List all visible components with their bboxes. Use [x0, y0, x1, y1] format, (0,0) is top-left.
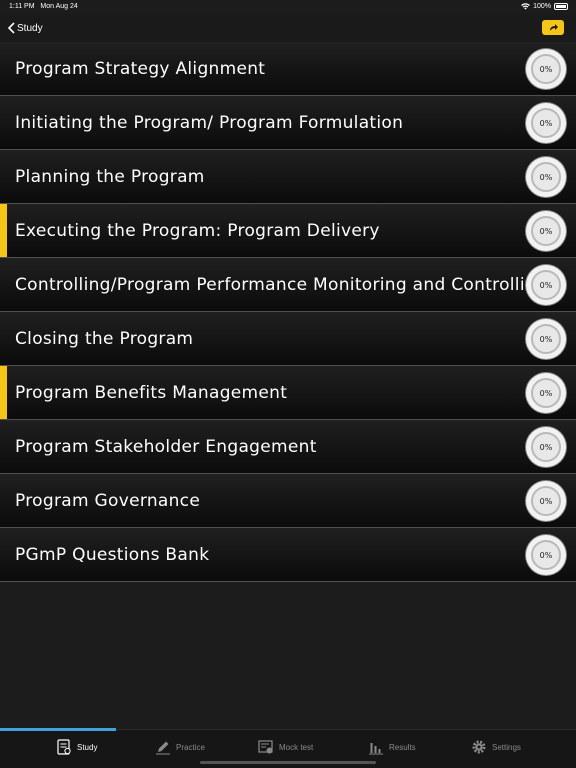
share-button[interactable] — [542, 20, 564, 35]
back-label: Study — [17, 22, 43, 34]
topic-row[interactable]: PGmP Questions Bank 0% — [0, 528, 576, 582]
tab-settings[interactable]: Settings — [471, 737, 521, 757]
progress-circle: 0% — [526, 481, 566, 521]
topic-list: Program Strategy Alignment 0% Initiating t… — [0, 42, 576, 582]
topic-row[interactable]: Executing the Program: Program Delivery 0… — [0, 204, 576, 258]
gear-icon — [472, 740, 486, 754]
tab-settings-label: Settings — [492, 742, 521, 752]
progress-circle: 0% — [526, 265, 566, 305]
topic-row[interactable]: Initiating the Program/ Program Formulat… — [0, 96, 576, 150]
study-icon — [57, 739, 71, 755]
topic-title: Planning the Program — [15, 166, 205, 187]
topic-row[interactable]: Program Governance 0% — [0, 474, 576, 528]
progress-percent: 0% — [531, 540, 561, 570]
progress-percent: 0% — [531, 270, 561, 300]
bar-chart-icon — [369, 743, 383, 755]
tab-study-label: Study — [77, 742, 98, 752]
progress-percent: 0% — [531, 432, 561, 462]
tab-results[interactable]: Results — [368, 737, 416, 757]
progress-percent: 0% — [531, 378, 561, 408]
topic-title: Program Stakeholder Engagement — [15, 436, 317, 457]
progress-circle: 0% — [526, 157, 566, 197]
wifi-icon — [521, 3, 530, 10]
progress-circle: 0% — [526, 373, 566, 413]
topic-row[interactable]: Program Strategy Alignment 0% — [0, 42, 576, 96]
topic-title: Initiating the Program/ Program Formulat… — [15, 112, 404, 133]
chevron-left-icon — [7, 22, 15, 34]
battery-percent: 100% — [533, 3, 551, 10]
tab-study[interactable]: Study — [56, 737, 97, 757]
progress-percent: 0% — [531, 216, 561, 246]
home-indicator — [200, 761, 376, 764]
progress-circle: 0% — [526, 211, 566, 251]
progress-percent: 0% — [531, 54, 561, 84]
status-bar: 1:11 PM Mon Aug 24 100% — [0, 0, 576, 14]
topic-row[interactable]: Planning the Program 0% — [0, 150, 576, 204]
topic-title: Program Governance — [15, 490, 201, 511]
status-time: 1:11 PM Mon Aug 24 — [9, 3, 78, 10]
progress-circle: 0% — [526, 103, 566, 143]
progress-percent: 0% — [531, 486, 561, 516]
topic-title: Executing the Program: Program Delivery — [15, 220, 380, 241]
back-button[interactable]: Study — [7, 20, 43, 36]
topic-title: PGmP Questions Bank — [15, 544, 210, 565]
progress-circle: 0% — [526, 535, 566, 575]
topic-title: Program Benefits Management — [15, 382, 288, 403]
topic-row[interactable]: Program Stakeholder Engagement 0% — [0, 420, 576, 474]
progress-percent: 0% — [531, 162, 561, 192]
mock-test-icon — [258, 740, 273, 754]
topic-row[interactable]: Program Benefits Management 0% — [0, 366, 576, 420]
active-tab-indicator — [0, 728, 116, 731]
topic-row[interactable]: Closing the Program 0% — [0, 312, 576, 366]
progress-percent: 0% — [531, 324, 561, 354]
topic-title: Program Strategy Alignment — [15, 58, 266, 79]
tab-practice[interactable]: Practice — [155, 737, 205, 757]
topic-title: Closing the Program — [15, 328, 194, 349]
tab-mock-test-label: Mock test — [279, 742, 314, 752]
progress-percent: 0% — [531, 108, 561, 138]
tab-results-label: Results — [389, 742, 416, 752]
battery-icon — [554, 3, 568, 10]
progress-circle: 0% — [526, 49, 566, 89]
share-arrow-icon — [549, 24, 558, 31]
status-right: 100% — [521, 3, 568, 10]
topic-title: Controlling/Program Performance Monitori… — [15, 274, 548, 295]
tab-mock-test[interactable]: Mock test — [258, 737, 313, 757]
tab-practice-label: Practice — [176, 742, 205, 752]
topic-row[interactable]: Controlling/Program Performance Monitori… — [0, 258, 576, 312]
progress-circle: 0% — [526, 319, 566, 359]
tab-bar: Study Practice Mock test Results Setting… — [0, 728, 576, 768]
progress-circle: 0% — [526, 427, 566, 467]
navigation-bar: Study — [0, 14, 576, 43]
pencil-icon — [156, 741, 170, 755]
